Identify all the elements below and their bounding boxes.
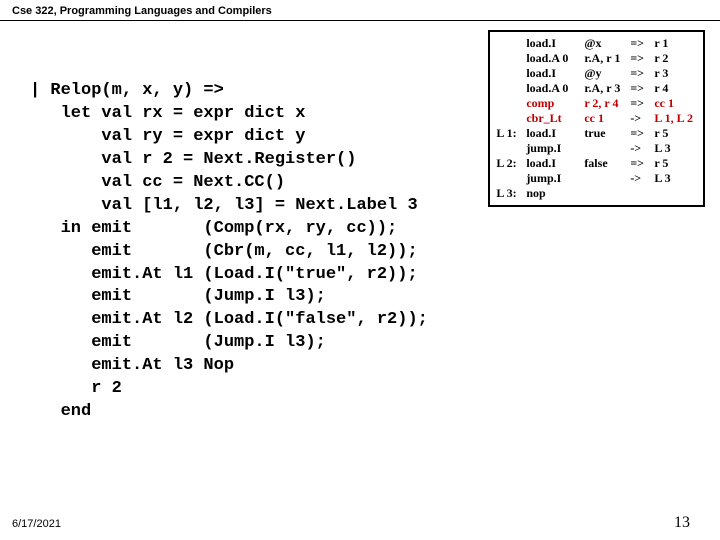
header-divider: [0, 20, 720, 21]
assembly-cell: L 2:: [496, 156, 526, 171]
course-header: Cse 322, Programming Languages and Compi…: [12, 5, 272, 17]
assembly-cell: [496, 66, 526, 81]
assembly-cell: =>: [630, 36, 654, 51]
assembly-cell: [496, 111, 526, 126]
assembly-cell: r 1: [654, 36, 697, 51]
assembly-cell: @x: [584, 36, 630, 51]
assembly-cell: L 1, L 2: [654, 111, 697, 126]
assembly-cell: cbr_Lt: [526, 111, 584, 126]
assembly-cell: jump.I: [526, 141, 584, 156]
assembly-cell: load.I: [526, 126, 584, 141]
assembly-cell: [496, 141, 526, 156]
assembly-cell: =>: [630, 126, 654, 141]
assembly-cell: r 5: [654, 126, 697, 141]
assembly-cell: r 3: [654, 66, 697, 81]
assembly-row: load.A 0r.A, r 3=>r 4: [496, 81, 697, 96]
assembly-cell: load.I: [526, 36, 584, 51]
assembly-row: load.I@x=>r 1: [496, 36, 697, 51]
footer-page: 13: [674, 514, 690, 532]
assembly-cell: load.I: [526, 156, 584, 171]
footer-date: 6/17/2021: [12, 518, 61, 530]
assembly-cell: r 5: [654, 156, 697, 171]
assembly-cell: ->: [630, 171, 654, 186]
assembly-cell: [584, 171, 630, 186]
assembly-cell: =>: [630, 81, 654, 96]
assembly-box: load.I@x=>r 1load.A 0r.A, r 1=>r 2load.I…: [488, 30, 705, 207]
assembly-cell: false: [584, 156, 630, 171]
assembly-row: L 3:nop: [496, 186, 697, 201]
assembly-cell: r.A, r 1: [584, 51, 630, 66]
assembly-cell: r 2, r 4: [584, 96, 630, 111]
assembly-cell: L 1:: [496, 126, 526, 141]
assembly-cell: [496, 81, 526, 96]
assembly-cell: =>: [630, 51, 654, 66]
assembly-row: load.A 0r.A, r 1=>r 2: [496, 51, 697, 66]
assembly-cell: jump.I: [526, 171, 584, 186]
assembly-cell: [584, 141, 630, 156]
assembly-cell: =>: [630, 96, 654, 111]
assembly-cell: [630, 186, 654, 201]
assembly-cell: load.A 0: [526, 81, 584, 96]
assembly-row: jump.I ->L 3: [496, 141, 697, 156]
assembly-cell: [496, 171, 526, 186]
assembly-table: load.I@x=>r 1load.A 0r.A, r 1=>r 2load.I…: [496, 36, 697, 201]
code-block: | Relop(m, x, y) => let val rx = expr di…: [30, 80, 428, 424]
assembly-row: jump.I ->L 3: [496, 171, 697, 186]
assembly-row: cbr_Ltcc 1->L 1, L 2: [496, 111, 697, 126]
assembly-row: L 2:load.Ifalse=>r 5: [496, 156, 697, 171]
assembly-cell: ->: [630, 141, 654, 156]
assembly-cell: L 3: [654, 171, 697, 186]
assembly-cell: nop: [526, 186, 584, 201]
assembly-row: compr 2, r 4=>cc 1: [496, 96, 697, 111]
assembly-cell: r 2: [654, 51, 697, 66]
assembly-cell: [654, 186, 697, 201]
assembly-cell: cc 1: [584, 111, 630, 126]
assembly-cell: L 3: [654, 141, 697, 156]
assembly-cell: ->: [630, 111, 654, 126]
assembly-cell: load.I: [526, 66, 584, 81]
assembly-row: L 1:load.Itrue=>r 5: [496, 126, 697, 141]
assembly-cell: r 4: [654, 81, 697, 96]
assembly-cell: comp: [526, 96, 584, 111]
assembly-cell: true: [584, 126, 630, 141]
assembly-row: load.I@y=>r 3: [496, 66, 697, 81]
assembly-cell: [496, 96, 526, 111]
assembly-cell: L 3:: [496, 186, 526, 201]
assembly-cell: =>: [630, 66, 654, 81]
assembly-cell: r.A, r 3: [584, 81, 630, 96]
assembly-cell: [584, 186, 630, 201]
assembly-cell: load.A 0: [526, 51, 584, 66]
assembly-cell: @y: [584, 66, 630, 81]
assembly-cell: cc 1: [654, 96, 697, 111]
assembly-cell: =>: [630, 156, 654, 171]
assembly-cell: [496, 36, 526, 51]
assembly-cell: [496, 51, 526, 66]
